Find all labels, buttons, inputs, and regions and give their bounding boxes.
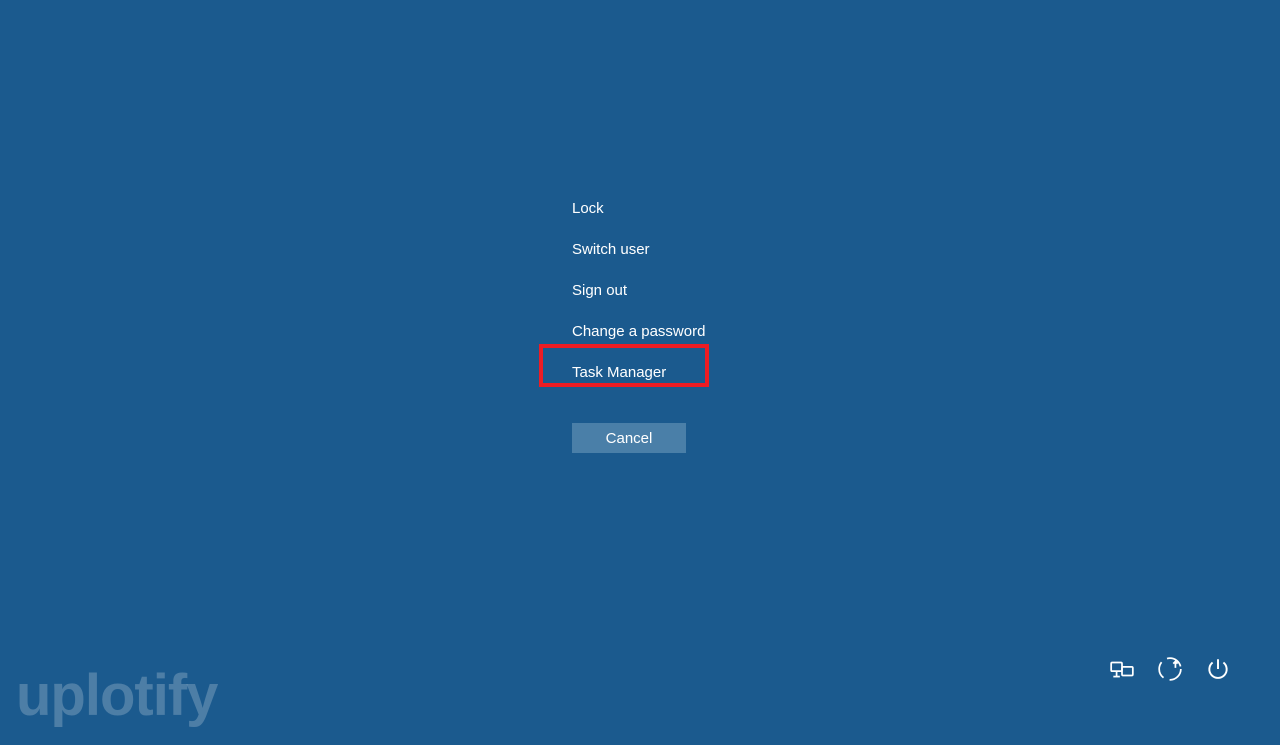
menu-item-label: Sign out — [572, 282, 627, 299]
menu-item-label: Task Manager — [572, 364, 666, 381]
menu-item-switch-user[interactable]: Switch user — [572, 229, 705, 270]
bottom-icon-bar — [1108, 655, 1232, 683]
menu-item-lock[interactable]: Lock — [572, 188, 705, 229]
menu-item-task-manager[interactable]: Task Manager — [572, 352, 705, 393]
menu-item-label: Switch user — [572, 241, 650, 258]
menu-item-sign-out[interactable]: Sign out — [572, 270, 705, 311]
menu-item-label: Change a password — [572, 323, 705, 340]
cancel-button[interactable]: Cancel — [572, 423, 686, 453]
ease-of-access-icon[interactable] — [1156, 655, 1184, 683]
cancel-button-label: Cancel — [606, 430, 653, 447]
security-options-menu: Lock Switch user Sign out Change a passw… — [572, 188, 705, 393]
watermark-text: uplotify — [16, 662, 217, 729]
network-icon[interactable] — [1108, 655, 1136, 683]
power-icon[interactable] — [1204, 655, 1232, 683]
menu-item-label: Lock — [572, 200, 604, 217]
menu-item-change-password[interactable]: Change a password — [572, 311, 705, 352]
